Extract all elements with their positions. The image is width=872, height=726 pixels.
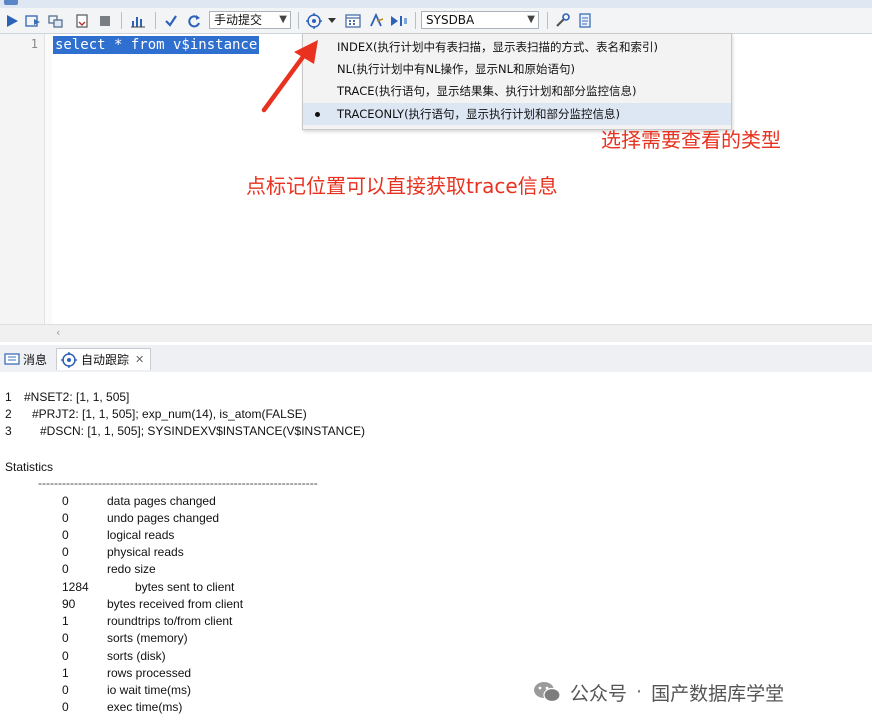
toolbar-separator — [547, 12, 548, 29]
chevron-down-icon: ▼ — [527, 14, 535, 25]
chevron-down-icon: ▼ — [279, 14, 287, 25]
stat-value: 1 — [62, 666, 69, 680]
editor-tab-icon — [4, 0, 18, 5]
run-icon[interactable] — [3, 11, 21, 30]
menu-item-traceonly[interactable]: TRACEONLY(执行语句，显示执行计划和部分监控信息) — [303, 103, 731, 125]
toolbar: 手动提交 ▼ SYSDBA ▼ — [0, 8, 872, 34]
stat-value: 0 — [62, 511, 69, 525]
schema-select[interactable]: SYSDBA ▼ — [421, 11, 539, 29]
step-run-icon[interactable] — [389, 11, 409, 30]
watermark: 公众号 · 国产数据库学堂 — [532, 678, 784, 706]
commit-mode-select[interactable]: 手动提交 ▼ — [209, 11, 291, 29]
tools-icon[interactable] — [553, 11, 573, 30]
plan-line-number: 3 — [5, 424, 12, 438]
stat-name: physical reads — [107, 545, 184, 559]
stat-value: 1284 — [62, 580, 89, 594]
line-number: 1 — [30, 37, 38, 51]
stat-value: 0 — [62, 545, 69, 559]
selected-sql-text[interactable]: select * from v$instance — [53, 36, 260, 54]
plan-line-number: 2 — [5, 407, 12, 421]
stat-name: redo size — [107, 562, 156, 576]
menu-item-label: NL(执行计划中有NL操作，显示NL和原始语句) — [337, 62, 575, 76]
line-number-gutter: 1 — [0, 34, 45, 324]
close-icon[interactable]: ✕ — [135, 353, 144, 366]
stat-value: 0 — [62, 631, 69, 645]
stat-value: 0 — [62, 649, 69, 663]
stat-name: io wait time(ms) — [107, 683, 192, 697]
watermark-left: 公众号 — [570, 682, 628, 705]
commit-mode-value: 手动提交 — [214, 13, 263, 27]
menu-item-label: TRACEONLY(执行语句，显示执行计划和部分监控信息) — [337, 107, 621, 121]
stat-name: sorts (memory) — [107, 631, 188, 645]
statistics-icon[interactable] — [128, 11, 148, 30]
menu-item-index[interactable]: INDEX(执行计划中有表扫描，显示表扫描的方式、表名和索引) — [303, 36, 731, 58]
toolbar-separator — [298, 12, 299, 29]
toolbar-separator — [415, 12, 416, 29]
tab-autotrace-label: 自动跟踪 — [81, 353, 130, 367]
autotrace-dropdown-icon[interactable] — [326, 11, 338, 30]
plan-line-text: #NSET2: [1, 1, 505] — [24, 390, 130, 404]
annotation-select-type: 选择需要查看的类型 — [601, 128, 781, 152]
watermark-dot: · — [636, 681, 643, 703]
menu-item-label: INDEX(执行计划中有表扫描，显示表扫描的方式、表名和索引) — [337, 40, 658, 54]
format-icon[interactable] — [366, 11, 386, 30]
stat-name: undo pages changed — [107, 511, 220, 525]
stat-value: 0 — [62, 562, 69, 576]
stat-name: data pages changed — [107, 494, 216, 508]
stat-value: 1 — [62, 614, 69, 628]
plan-line-text: #DSCN: [1, 1, 505]; SYSINDEXV$INSTANCE(V… — [40, 424, 365, 438]
menu-item-label: TRACE(执行语句，显示结果集、执行计划和部分监控信息) — [337, 84, 637, 98]
stat-value: 0 — [62, 494, 69, 508]
horizontal-scrollbar[interactable]: ‹ — [0, 324, 872, 342]
statistics-divider: ----------------------------------------… — [38, 476, 318, 490]
result-tabbar: 消息 自动跟踪 ✕ — [0, 345, 872, 373]
stat-name: roundtrips to/from client — [107, 614, 233, 628]
run-script-icon[interactable] — [24, 11, 42, 30]
annotation-arrow-icon — [261, 40, 318, 113]
stop-icon[interactable] — [96, 11, 114, 30]
calendar-icon[interactable] — [343, 11, 363, 30]
toolbar-separator — [121, 12, 122, 29]
stat-name: sorts (disk) — [107, 649, 166, 663]
schema-value: SYSDBA — [426, 13, 475, 27]
tab-messages-label: 消息 — [23, 352, 48, 367]
commit-icon[interactable] — [162, 11, 180, 30]
stat-name: logical reads — [107, 528, 175, 542]
plan-line-text: #PRJT2: [1, 1, 505]; exp_num(14), is_ato… — [32, 407, 307, 421]
menu-item-nl[interactable]: NL(执行计划中有NL操作，显示NL和原始语句) — [303, 58, 731, 80]
tab-messages[interactable]: 消息 — [4, 348, 47, 370]
toolbar-separator — [155, 12, 156, 29]
stat-value: 0 — [62, 700, 69, 714]
stat-name: rows processed — [107, 666, 192, 680]
plan-line-number: 1 — [5, 390, 12, 404]
stat-name: bytes received from client — [107, 597, 244, 611]
stat-name: bytes sent to client — [135, 580, 235, 594]
fold-gutter — [45, 34, 52, 324]
document-icon[interactable] — [575, 11, 595, 30]
stat-name: exec time(ms) — [107, 700, 183, 714]
tab-autotrace[interactable]: 自动跟踪 ✕ — [56, 348, 152, 370]
annotation-click-marker: 点标记位置可以直接获取trace信息 — [246, 174, 558, 198]
scroll-left-icon[interactable]: ‹ — [56, 326, 60, 339]
autotrace-menu: INDEX(执行计划中有表扫描，显示表扫描的方式、表名和索引) NL(执行计划中… — [302, 33, 732, 130]
menu-item-trace[interactable]: TRACE(执行语句，显示结果集、执行计划和部分监控信息) — [303, 80, 731, 102]
statistics-title: Statistics — [5, 460, 54, 474]
rollback-icon[interactable] — [185, 11, 203, 30]
explain-plan-icon[interactable] — [47, 11, 65, 30]
stat-value: 90 — [62, 597, 76, 611]
autotrace-icon — [61, 351, 77, 368]
save-result-icon[interactable] — [73, 11, 91, 30]
watermark-right: 国产数据库学堂 — [651, 682, 785, 705]
stat-value: 0 — [62, 528, 69, 542]
stat-value: 0 — [62, 683, 69, 697]
window-title-strip — [0, 0, 872, 8]
wechat-icon — [534, 682, 561, 703]
message-icon — [4, 353, 20, 365]
autotrace-output: 1 #NSET2: [1, 1, 505] 2 #PRJT2: [1, 1, 5… — [0, 372, 872, 726]
autotrace-icon[interactable] — [304, 11, 324, 30]
